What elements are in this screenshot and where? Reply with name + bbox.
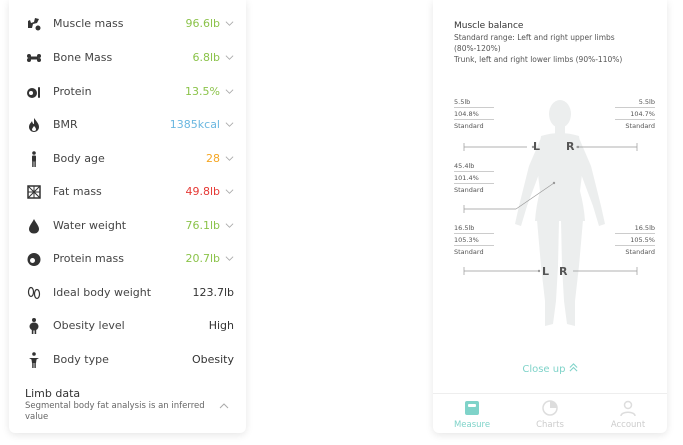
left-arm-percent: 104.8% [454,108,494,120]
tab-measure[interactable]: Measure [433,394,511,433]
tab-charts[interactable]: Charts [511,394,589,433]
right-arm-status: Standard [625,122,655,130]
metric-value: 96.6lb [185,17,220,30]
metric-row-protein-mass[interactable]: Protein mass 20.7lb [9,242,246,275]
left-arm-weight: 5.5lb [454,96,494,108]
metric-label: Water weight [53,219,127,232]
double-chevron-up-icon [569,363,578,372]
metric-value: 49.8lb [185,185,220,198]
chevron-down-icon[interactable] [225,120,234,129]
muscle-icon [25,15,43,33]
flame-icon [25,116,43,134]
metric-row-ideal-body-weight: Ideal body weight 123.7lb [9,276,246,309]
trunk-percent: 101.4% [454,172,494,184]
chevron-down-icon[interactable] [225,87,234,96]
metric-label: Ideal body weight [53,286,152,299]
metric-label: Muscle mass [53,17,124,30]
metric-label: Obesity level [53,319,125,332]
left-leg-status: Standard [454,248,484,256]
obesity-person-icon [25,317,43,335]
metric-value: 123.7lb [192,286,234,299]
chart-icon [542,400,558,416]
tab-label: Charts [536,420,564,430]
limb-data-title: Limb data [25,387,81,400]
left-leg-percent: 105.3% [454,234,494,246]
upper-left-label: L [533,140,541,153]
metric-row-body-type: Body type Obesity [9,343,246,376]
metric-label: BMR [53,118,78,131]
metric-value: Obesity [191,353,234,366]
person-icon [25,150,43,168]
metric-row-obesity-level: Obesity level High [9,309,246,342]
protein-icon [25,83,43,101]
metric-row-protein[interactable]: Protein 13.5% [9,75,246,108]
metrics-panel: Muscle mass 96.6lb Bone Mass 6.8lb Prote… [9,0,246,433]
fat-grid-icon [25,183,43,201]
trunk-stats: 45.4lb 101.4% Standard [454,160,494,196]
chevron-down-icon[interactable] [225,254,234,263]
close-up-button[interactable]: Close up [433,363,667,375]
metric-label: Fat mass [53,185,102,198]
lower-right-label: R [559,265,568,278]
metric-row-bmr[interactable]: BMR 1385kcal [9,108,246,141]
metric-row-muscle-mass[interactable]: Muscle mass 96.6lb [9,7,246,40]
left-leg-stats: 16.5lb 105.3% Standard [454,222,494,258]
metric-label: Body age [53,152,105,165]
metric-value: 28 [206,152,220,165]
muscle-balance-panel: Muscle balance Standard range: Left and … [433,0,667,433]
metric-label: Protein [53,85,92,98]
right-leg-status: Standard [625,248,655,256]
protein-mass-icon [25,250,43,268]
metric-value: 1385kcal [169,118,220,131]
trunk-status: Standard [454,186,484,194]
right-arm-stats: 5.5lb 104.7% Standard [615,96,655,132]
metric-label: Protein mass [53,252,124,265]
bone-icon [25,49,43,67]
metric-label: Body type [53,353,109,366]
tab-account[interactable]: Account [589,394,667,433]
metric-row-water-weight[interactable]: Water weight 76.1lb [9,209,246,242]
right-leg-percent: 105.5% [615,234,655,246]
metric-row-fat-mass[interactable]: Fat mass 49.8lb [9,175,246,208]
metric-value: 76.1lb [185,219,220,232]
right-leg-weight: 16.5lb [615,222,655,234]
metric-value: 20.7lb [185,252,220,265]
limb-data-subtitle: Segmental body fat analysis is an inferr… [25,401,205,422]
bottom-tab-bar: Measure Charts Account [433,393,667,433]
scale-icon [465,401,479,415]
close-up-label: Close up [522,364,566,375]
metric-label: Bone Mass [53,51,113,64]
chevron-down-icon[interactable] [225,53,234,62]
account-icon [620,400,636,417]
chevron-down-icon[interactable] [225,221,234,230]
lower-left-label: L [542,265,550,278]
chevron-up-icon[interactable] [219,401,229,411]
footprints-icon [25,284,43,302]
tab-label: Account [610,420,646,430]
metric-row-bone-mass[interactable]: Bone Mass 6.8lb [9,41,246,74]
tab-label: Measure [453,420,491,430]
water-drop-icon [25,217,43,235]
left-arm-status: Standard [454,122,484,130]
right-leg-stats: 16.5lb 105.5% Standard [615,222,655,258]
left-leg-weight: 16.5lb [454,222,494,234]
right-arm-weight: 5.5lb [615,96,655,108]
upper-right-label: R [566,140,575,153]
metric-value: 13.5% [185,85,220,98]
trunk-weight: 45.4lb [454,160,494,172]
metric-value: 6.8lb [192,51,220,64]
chevron-down-icon[interactable] [225,19,234,28]
chevron-down-icon[interactable] [225,187,234,196]
body-type-icon [25,351,43,369]
chevron-down-icon[interactable] [225,154,234,163]
left-arm-stats: 5.5lb 104.8% Standard [454,96,494,132]
metric-value: High [208,319,234,332]
metric-row-body-age[interactable]: Body age 28 [9,142,246,175]
right-arm-percent: 104.7% [615,108,655,120]
